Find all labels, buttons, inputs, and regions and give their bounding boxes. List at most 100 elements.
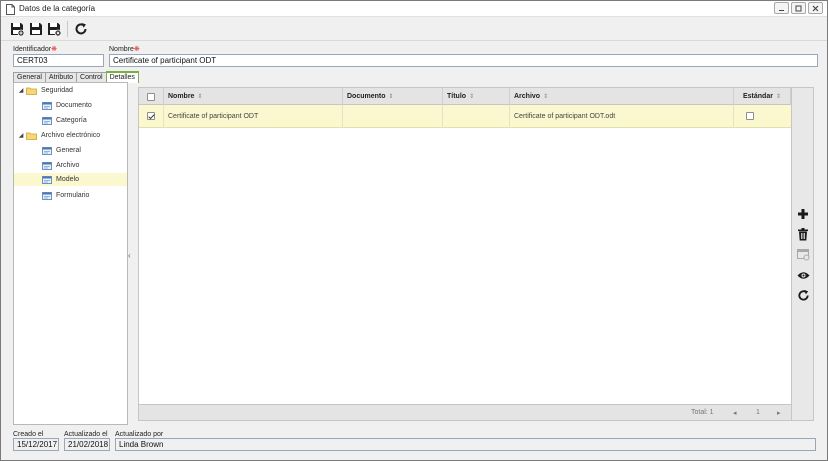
sort-icon: ⇕ bbox=[775, 94, 781, 100]
title-bar: Datos de la categoría bbox=[1, 1, 827, 17]
save-new-button[interactable] bbox=[9, 21, 25, 37]
delete-icon bbox=[798, 227, 808, 240]
save-button[interactable] bbox=[28, 21, 44, 37]
tree-group-label: Seguridad bbox=[41, 87, 73, 94]
refresh-list-button[interactable] bbox=[795, 287, 811, 303]
column-header-label: Estándar bbox=[743, 93, 773, 100]
row-checkbox[interactable] bbox=[147, 112, 155, 120]
grid-header: Nombre ⇕ Documento ⇕ Título ⇕ Archivo ⇕ Está… bbox=[139, 88, 791, 105]
column-header-nombre[interactable]: Nombre ⇕ bbox=[164, 88, 343, 105]
updated-label: Actualizado el bbox=[64, 431, 108, 438]
cell-nombre: Certificate of participant ODT bbox=[164, 105, 343, 128]
cell-estandar bbox=[734, 105, 791, 128]
sort-icon: ⇕ bbox=[388, 94, 394, 100]
tree-group-label: Archivo electrónico bbox=[41, 132, 101, 139]
tree-item-archivo[interactable]: Archivo bbox=[42, 159, 79, 172]
minimize-button[interactable] bbox=[774, 2, 789, 14]
cell-titulo bbox=[443, 105, 510, 128]
tree-item-label: Formulario bbox=[56, 192, 90, 199]
tree-group-archivo-electronico[interactable]: ◢ Archivo electrónico bbox=[16, 129, 100, 142]
column-header-titulo[interactable]: Título ⇕ bbox=[443, 88, 510, 105]
sort-icon: ⇕ bbox=[469, 94, 475, 100]
delete-button[interactable] bbox=[795, 226, 811, 242]
tree-panel: ◢ Seguridad Documento Categoría ◢ Archiv… bbox=[13, 82, 128, 425]
column-header-label: Documento bbox=[347, 93, 386, 100]
collapse-panel-chevron-icon[interactable]: ‹ bbox=[128, 251, 131, 260]
form-icon bbox=[42, 175, 52, 184]
name-label-text: Nombre bbox=[109, 46, 134, 53]
close-button[interactable] bbox=[808, 2, 823, 14]
default-checkbox[interactable] bbox=[746, 112, 754, 120]
add-icon bbox=[798, 209, 808, 219]
column-header-label: Archivo bbox=[514, 93, 541, 100]
name-required-mark: ❋ bbox=[133, 46, 140, 53]
created-date-field: 15/12/2017 bbox=[13, 438, 59, 451]
view-button[interactable] bbox=[795, 267, 811, 283]
save-new-icon bbox=[11, 23, 24, 36]
tree-item-formulario[interactable]: Formulario bbox=[42, 189, 89, 202]
form-icon bbox=[42, 116, 52, 125]
template-icon bbox=[796, 249, 809, 261]
folder-icon bbox=[26, 87, 37, 95]
tree-item-label: Documento bbox=[56, 102, 92, 109]
minimize-icon bbox=[779, 9, 784, 11]
tree-item-categoria[interactable]: Categoría bbox=[42, 114, 87, 127]
template-button[interactable] bbox=[795, 247, 811, 263]
identifier-label-text: Identificador bbox=[13, 46, 52, 53]
table-row[interactable]: Certificate of participant ODT Certifica… bbox=[139, 105, 791, 128]
column-header-documento[interactable]: Documento ⇕ bbox=[343, 88, 443, 105]
form-icon bbox=[42, 191, 52, 200]
form-icon bbox=[42, 146, 52, 155]
maximize-icon bbox=[795, 5, 802, 11]
column-header-estandar[interactable]: Estándar ⇕ bbox=[734, 88, 791, 105]
tree-item-label: General bbox=[56, 147, 81, 154]
updated-by-label: Actualizado por bbox=[115, 431, 164, 438]
tree-item-modelo[interactable]: Modelo bbox=[14, 173, 127, 186]
form-icon bbox=[42, 161, 52, 170]
refresh-icon bbox=[75, 23, 87, 35]
save-close-icon bbox=[48, 23, 61, 36]
save-icon bbox=[30, 23, 42, 35]
window-title: Datos de la categoría bbox=[19, 4, 96, 13]
view-icon bbox=[797, 271, 809, 279]
name-input[interactable]: Certificate of participant ODT bbox=[109, 54, 818, 67]
document-icon bbox=[6, 4, 15, 15]
toolbar-separator bbox=[67, 21, 68, 37]
select-all-checkbox[interactable] bbox=[147, 93, 155, 101]
close-icon bbox=[812, 5, 819, 11]
toolbar bbox=[1, 17, 827, 41]
identifier-label: Identificador❋ bbox=[13, 45, 57, 53]
column-header-label: Nombre bbox=[168, 93, 195, 100]
save-close-button[interactable] bbox=[46, 21, 62, 37]
grid-footer: Total: 1 ◂ 1 ▸ bbox=[139, 404, 791, 420]
form-icon bbox=[42, 101, 52, 110]
created-label: Creado el bbox=[13, 431, 44, 438]
column-header-archivo[interactable]: Archivo ⇕ bbox=[510, 88, 734, 105]
refresh-icon bbox=[797, 289, 809, 301]
page-number: 1 bbox=[756, 409, 760, 416]
identifier-required-mark: ❋ bbox=[51, 46, 58, 53]
cell-documento bbox=[343, 105, 443, 128]
name-label: Nombre❋ bbox=[109, 45, 140, 53]
updated-date-field: 21/02/2018 bbox=[64, 438, 110, 451]
maximize-button[interactable] bbox=[791, 2, 806, 14]
tree-group-seguridad[interactable]: ◢ Seguridad bbox=[16, 84, 73, 97]
tree-item-general[interactable]: General bbox=[42, 144, 81, 157]
sort-icon: ⇕ bbox=[197, 94, 203, 100]
category-window: Datos de la categoría Identificador❋ CER… bbox=[0, 0, 828, 461]
add-button[interactable] bbox=[795, 206, 811, 222]
tree-item-documento[interactable]: Documento bbox=[42, 99, 92, 112]
expand-triangle-icon[interactable]: ◢ bbox=[16, 87, 26, 94]
folder-icon bbox=[26, 132, 37, 140]
select-all-cell bbox=[139, 88, 164, 105]
side-action-toolbar bbox=[792, 87, 814, 421]
cell-archivo: Certificate of participant ODT.odt bbox=[510, 105, 734, 128]
expand-triangle-icon[interactable]: ◢ bbox=[16, 132, 26, 139]
next-page-icon[interactable]: ▸ bbox=[777, 409, 781, 417]
sort-icon: ⇕ bbox=[543, 94, 549, 100]
refresh-button[interactable] bbox=[73, 21, 89, 37]
tree-item-label: Categoría bbox=[56, 117, 87, 124]
total-count: Total: 1 bbox=[691, 409, 714, 416]
identifier-input[interactable]: CERT03 bbox=[13, 54, 104, 67]
prev-page-icon[interactable]: ◂ bbox=[733, 409, 737, 417]
